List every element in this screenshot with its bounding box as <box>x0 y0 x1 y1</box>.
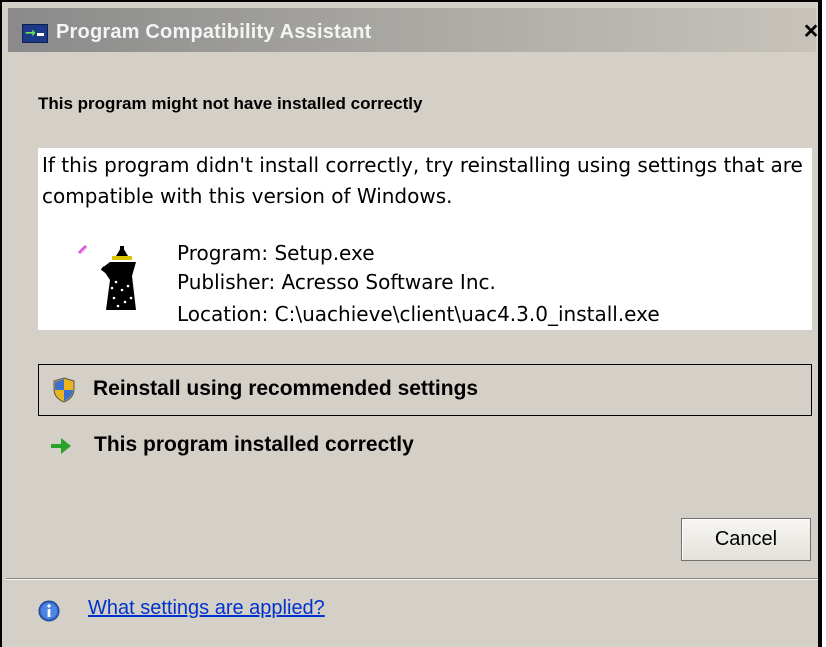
program-location: Location: C:\uachieve\client\uac4.3.0_in… <box>177 302 660 326</box>
installed-correctly-option[interactable]: This program installed correctly <box>38 427 538 467</box>
window-title: Program Compatibility Assistant <box>56 21 372 43</box>
program-name: Program: Setup.exe <box>177 241 375 265</box>
compatibility-dialog: → Program Compatibility Assistant × This… <box>0 0 822 647</box>
reinstall-option[interactable]: Reinstall using recommended settings <box>38 364 812 416</box>
installed-correctly-label: This program installed correctly <box>94 433 414 456</box>
program-info-panel: If this program didn't install correctly… <box>38 148 812 330</box>
settings-applied-link[interactable]: What settings are applied? <box>88 597 325 620</box>
dialog-heading: This program might not have installed co… <box>38 94 423 113</box>
publisher-name: Publisher: Acresso Software Inc. <box>177 270 496 294</box>
cancel-button[interactable]: Cancel <box>681 518 811 561</box>
title-bar[interactable]: → Program Compatibility Assistant × <box>8 8 818 52</box>
setup-wizard-icon <box>78 245 136 310</box>
message-text: If this program didn't install correctly… <box>42 153 803 208</box>
footer-divider <box>6 578 818 580</box>
reinstall-option-label: Reinstall using recommended settings <box>93 377 479 400</box>
app-icon: → <box>22 24 48 43</box>
uac-shield-icon <box>53 377 75 403</box>
green-arrow-icon <box>51 438 71 454</box>
info-icon <box>38 600 60 622</box>
close-button[interactable]: × <box>798 16 824 46</box>
